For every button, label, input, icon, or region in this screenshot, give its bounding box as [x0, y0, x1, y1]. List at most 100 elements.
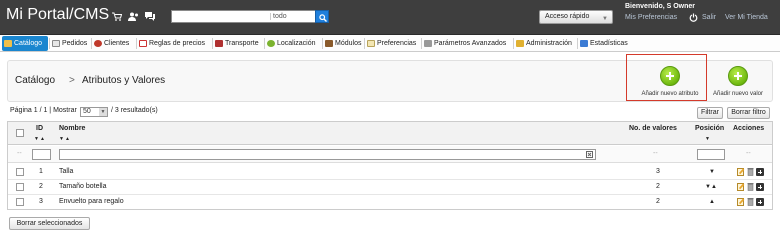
- breadcrumb-separator: >: [69, 75, 75, 86]
- delete-icon[interactable]: [747, 197, 754, 206]
- advanced-params-icon: [424, 40, 432, 47]
- table-row[interactable]: 3 Envuelto para regalo 2 ▲: [8, 195, 772, 210]
- search-box: todo: [171, 10, 329, 23]
- nav-item-catalog[interactable]: Catálogo: [2, 36, 48, 51]
- cell-name: Talla: [59, 168, 74, 175]
- localization-icon: [267, 40, 275, 47]
- select-all-checkbox[interactable]: [16, 129, 24, 137]
- sort-arrows-id[interactable]: ▼▲: [34, 136, 46, 142]
- cell-id: 3: [39, 198, 43, 205]
- price-rules-icon: [139, 40, 147, 47]
- edit-icon[interactable]: [737, 167, 745, 176]
- search-divider: [270, 13, 271, 20]
- col-position: Posición: [695, 125, 725, 132]
- breadcrumb[interactable]: Catálogo: [15, 75, 55, 86]
- cell-values: 2: [656, 183, 660, 190]
- top-header: Mi Portal/CMS todo Acceso rápido ▼ Bienv…: [0, 0, 780, 35]
- search-input[interactable]: [172, 11, 270, 22]
- power-icon[interactable]: [689, 13, 698, 22]
- filter-dash: --: [17, 150, 22, 157]
- col-id: ID: [36, 125, 43, 132]
- delete-selected-button[interactable]: Borrar seleccionados: [9, 217, 90, 230]
- nav-item-stats[interactable]: Estadísticas: [578, 36, 628, 51]
- filter-button[interactable]: Filtrar: [697, 107, 723, 119]
- table-row[interactable]: 1 Talla 3 ▼: [8, 165, 772, 180]
- row-checkbox[interactable]: [16, 168, 24, 176]
- position-arrows[interactable]: ▼▲: [705, 184, 717, 190]
- cell-name: Envuelto para regalo: [59, 198, 124, 205]
- sort-arrow-position[interactable]: ▼: [705, 136, 711, 142]
- logout-link[interactable]: Salir: [702, 14, 716, 21]
- quick-access-label: Acceso rápido: [545, 13, 590, 20]
- module-nav: Catálogo Pedidos Clientes Reglas de prec…: [0, 35, 780, 52]
- nav-item-price-rules[interactable]: Reglas de precios: [137, 36, 205, 51]
- shipping-icon: [215, 40, 223, 47]
- search-icon: [319, 14, 327, 22]
- position-arrows[interactable]: ▲: [709, 199, 715, 205]
- brand-title[interactable]: Mi Portal/CMS: [6, 5, 109, 25]
- add-value-button[interactable]: Añadir nuevo valor: [703, 65, 773, 101]
- table-row[interactable]: 2 Tamaño botella 2 ▼▲: [8, 180, 772, 195]
- filter-row: -- -- --: [8, 146, 772, 163]
- chat-icon[interactable]: [145, 12, 155, 21]
- per-page-value: 50: [83, 108, 91, 115]
- row-checkbox[interactable]: [16, 183, 24, 191]
- nav-item-modules[interactable]: Módulos: [323, 36, 361, 51]
- stats-icon: [580, 40, 588, 47]
- welcome-text: Bienvenido, S Owner: [625, 3, 696, 10]
- nav-item-preferences[interactable]: Preferencias: [365, 36, 416, 51]
- pagination-text: Página 1 / 1 | Mostrar: [10, 107, 77, 114]
- users-icon[interactable]: [128, 12, 138, 21]
- nav-item-administration[interactable]: Administración: [514, 36, 572, 51]
- col-actions: Acciones: [733, 125, 765, 132]
- edit-icon[interactable]: [737, 182, 745, 191]
- filter-dash: --: [746, 150, 751, 157]
- reset-filter-button[interactable]: Borrar filtro: [727, 107, 770, 119]
- orders-icon: [52, 40, 60, 47]
- row-checkbox[interactable]: [16, 198, 24, 206]
- nav-item-localization[interactable]: Localización: [265, 36, 316, 51]
- search-scope-select[interactable]: todo: [273, 11, 313, 22]
- preferences-icon: [367, 40, 375, 47]
- sort-arrows-name[interactable]: ▼▲: [59, 136, 71, 142]
- col-values: No. de valores: [629, 125, 677, 132]
- delete-icon[interactable]: [747, 182, 754, 191]
- table-header: ID ▼▲ Nombre ▼▲ No. de valores Posición …: [8, 122, 772, 145]
- clear-icon: [586, 151, 593, 158]
- administration-icon: [516, 40, 524, 47]
- cell-values: 3: [656, 168, 660, 175]
- my-preferences-link[interactable]: Mis Preferencias: [625, 14, 677, 21]
- nav-item-shipping[interactable]: Transporte: [213, 36, 259, 51]
- nav-item-customers[interactable]: Clientes: [92, 36, 129, 51]
- highlight-frame: [626, 54, 707, 101]
- filter-position-input[interactable]: [697, 149, 725, 160]
- catalog-icon: [4, 40, 12, 47]
- edit-icon[interactable]: [737, 197, 745, 206]
- page-title: Atributos y Valores: [82, 75, 166, 86]
- chevron-down-icon: ▼: [99, 108, 107, 116]
- filter-name-input[interactable]: [59, 149, 596, 160]
- shopping-cart-icon[interactable]: [112, 12, 123, 21]
- nav-item-orders[interactable]: Pedidos: [50, 36, 87, 51]
- view-details-icon[interactable]: [756, 183, 764, 191]
- cell-id: 2: [39, 183, 43, 190]
- per-page-select[interactable]: 50 ▼: [80, 107, 108, 117]
- position-arrows[interactable]: ▼: [709, 169, 715, 175]
- delete-icon[interactable]: [747, 167, 754, 176]
- col-name: Nombre: [59, 125, 86, 132]
- quick-access-select[interactable]: Acceso rápido ▼: [539, 10, 613, 24]
- cell-name: Tamaño botella: [59, 183, 107, 190]
- filter-dash: --: [653, 150, 658, 157]
- nav-item-advanced-params[interactable]: Parámetros Avanzados: [422, 36, 506, 51]
- view-details-icon[interactable]: [756, 168, 764, 176]
- filter-id-input[interactable]: [32, 149, 51, 160]
- results-count: / 3 resultado(s): [111, 107, 158, 114]
- attributes-table: ID ▼▲ Nombre ▼▲ No. de valores Posición …: [7, 121, 773, 210]
- add-icon: [728, 66, 748, 86]
- view-store-link[interactable]: Ver Mi Tienda: [725, 14, 768, 21]
- view-details-icon[interactable]: [756, 198, 764, 206]
- search-button[interactable]: [315, 10, 329, 23]
- cell-id: 1: [39, 168, 43, 175]
- cell-values: 2: [656, 198, 660, 205]
- chevron-down-icon: ▼: [602, 16, 608, 22]
